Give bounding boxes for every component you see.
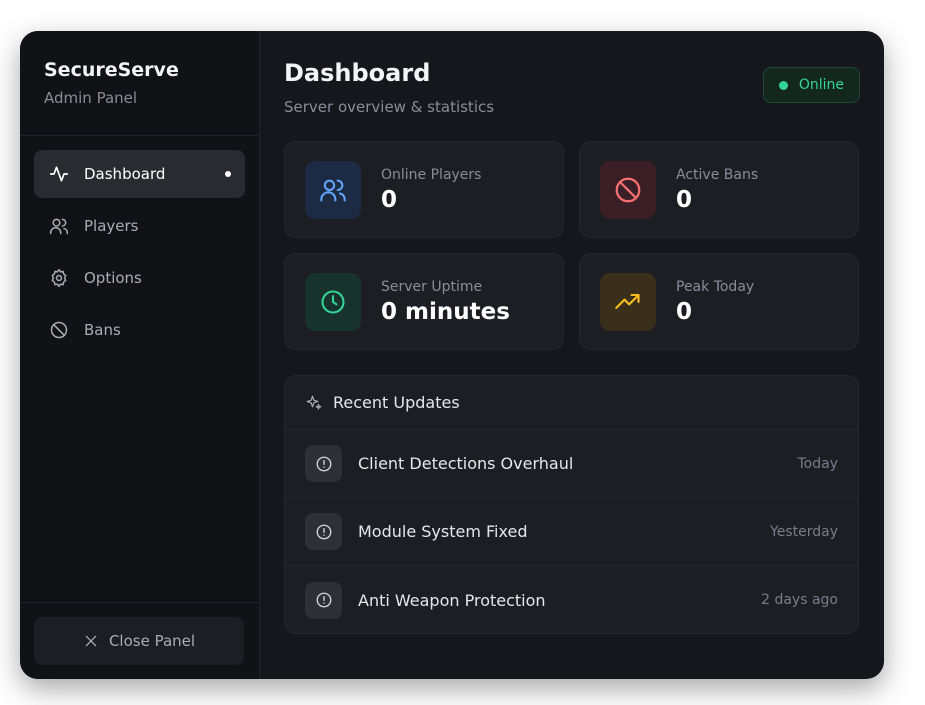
stat-value: 0 minutes	[381, 298, 510, 325]
stat-card-active-bans: Active Bans 0	[579, 141, 859, 238]
update-title: Module System Fixed	[358, 522, 528, 541]
sidebar-item-players[interactable]: Players	[34, 202, 245, 250]
list-item[interactable]: Module System Fixed Yesterday	[285, 498, 858, 566]
stat-card-peak-today: Peak Today 0	[579, 253, 859, 350]
main-content: Dashboard Server overview & statistics O…	[260, 31, 884, 679]
stat-label: Peak Today	[676, 278, 755, 295]
alert-circle-icon	[305, 513, 342, 550]
stat-value: 0	[676, 298, 693, 325]
list-item[interactable]: Anti Weapon Protection 2 days ago	[285, 566, 858, 633]
sidebar-item-label: Dashboard	[84, 165, 166, 183]
activity-icon	[48, 163, 70, 185]
status-label: Online	[798, 77, 844, 93]
status-badge: Online	[762, 67, 860, 103]
alert-circle-icon	[305, 581, 342, 619]
update-time: 2 days ago	[761, 592, 838, 608]
sidebar-item-options[interactable]: Options	[34, 254, 245, 302]
update-title: Anti Weapon Protection	[358, 590, 546, 610]
recent-updates-title: Recent Updates	[333, 393, 460, 412]
stat-label: Server Uptime	[381, 278, 483, 295]
trending-up-icon	[600, 272, 656, 331]
stats-grid: Online Players 0 Active Bans 0 Server Up…	[284, 141, 860, 350]
sparkles-icon	[305, 394, 323, 412]
alert-circle-icon	[305, 445, 342, 482]
status-dot	[778, 80, 788, 90]
ban-icon	[48, 319, 70, 341]
brand-subtitle: Admin Panel	[44, 89, 138, 107]
sidebar-item-label: Options	[84, 269, 142, 287]
update-time: Yesterday	[770, 523, 838, 540]
stat-card-online-players: Online Players 0	[284, 141, 564, 238]
app-window: SecureServe Admin Panel Dashboard Player…	[20, 31, 884, 679]
stat-value: 0	[381, 186, 398, 213]
users-icon	[305, 160, 361, 219]
gear-icon	[48, 267, 70, 289]
sidebar-item-label: Bans	[84, 321, 121, 339]
stat-value: 0	[676, 186, 693, 213]
recent-updates-panel: Recent Updates Client Detections Overhau…	[284, 375, 859, 634]
stat-card-server-uptime: Server Uptime 0 minutes	[284, 253, 564, 350]
sidebar-item-label: Players	[84, 217, 139, 235]
sidebar-footer: Close Panel	[20, 602, 259, 679]
close-panel-label: Close Panel	[108, 632, 196, 650]
close-icon	[83, 633, 99, 649]
brand: SecureServe Admin Panel	[20, 31, 259, 136]
users-icon	[48, 215, 70, 237]
active-indicator	[225, 171, 231, 177]
update-title: Client Detections Overhaul	[358, 454, 574, 473]
brand-title: SecureServe	[44, 59, 179, 81]
sidebar-item-dashboard[interactable]: Dashboard	[34, 150, 245, 198]
close-panel-button[interactable]: Close Panel	[34, 617, 244, 665]
update-time: Today	[797, 455, 839, 472]
sidebar-item-bans[interactable]: Bans	[34, 306, 245, 354]
list-item[interactable]: Client Detections Overhaul Today	[285, 430, 858, 498]
sidebar-nav: Dashboard Players Options Bans	[20, 136, 259, 372]
stat-label: Active Bans	[676, 166, 759, 183]
stat-label: Online Players	[381, 166, 482, 183]
sidebar: SecureServe Admin Panel Dashboard Player…	[20, 31, 260, 679]
clock-icon	[305, 272, 361, 331]
recent-updates-header: Recent Updates	[285, 376, 858, 430]
ban-icon	[600, 160, 656, 219]
